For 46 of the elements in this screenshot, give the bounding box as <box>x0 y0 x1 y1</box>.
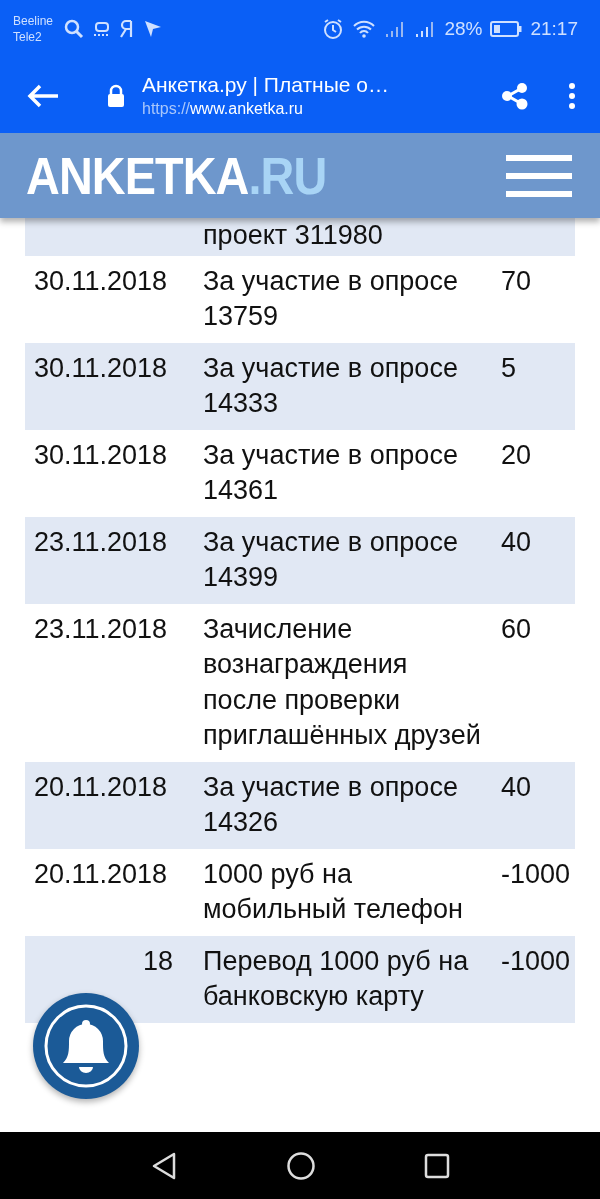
description-cell: За участие в опросе 14361 <box>203 439 458 505</box>
alarm-icon <box>322 18 345 40</box>
date-cell: 23.11.2018 <box>34 613 168 644</box>
description-cell: Перевод 1000 руб на банковскую карту <box>203 945 469 1011</box>
back-arrow-icon <box>26 82 60 109</box>
description-cell: проект 311980 <box>203 220 383 250</box>
search-icon <box>63 18 86 40</box>
date-cell: 30.11.2018 <box>34 439 168 470</box>
description-cell: За участие в опросе 13759 <box>203 265 458 331</box>
amount-cell: 20 <box>501 439 532 470</box>
notification-button[interactable] <box>33 993 139 1099</box>
date-cell: 18 <box>142 945 173 976</box>
date-cell: 20.11.2018 <box>34 858 168 889</box>
lock-icon <box>106 83 126 108</box>
battery-icon <box>490 20 523 38</box>
page-title: Анкетка.ру | Платные о… <box>142 73 390 97</box>
description-cell: За участие в опросе 14333 <box>203 352 458 418</box>
carrier-name: Tele2 <box>13 29 43 45</box>
carrier-name: Beeline <box>13 13 54 29</box>
amount-cell: -1000 <box>501 945 571 976</box>
wifi-icon <box>352 19 377 39</box>
amount-cell: -1000 <box>501 858 571 889</box>
date-cell: 30.11.2018 <box>34 352 168 383</box>
date-cell: 30.11.2018 <box>34 265 168 296</box>
amount-cell: 5 <box>501 352 517 383</box>
description-cell: 1000 руб на мобильный телефон <box>203 858 463 924</box>
date-cell: 23.11.2018 <box>34 526 168 557</box>
home-icon[interactable] <box>286 1150 316 1181</box>
amount-cell: 70 <box>501 265 532 296</box>
description-cell: За участие в опросе 14399 <box>203 526 458 592</box>
amount-cell: 60 <box>501 613 532 644</box>
amount-cell: 40 <box>501 771 532 802</box>
site-logo[interactable]: ANKETKA.RU <box>26 145 327 206</box>
recent-apps-icon[interactable] <box>424 1152 450 1179</box>
back-icon[interactable] <box>150 1150 178 1181</box>
share-icon <box>500 80 530 111</box>
menu-icon <box>506 154 572 197</box>
battery-percent: 28% <box>444 18 483 40</box>
menu-button[interactable] <box>506 154 572 197</box>
clock: 21:17 <box>530 18 578 40</box>
amount-cell: 40 <box>501 526 532 557</box>
more-icon <box>568 81 576 110</box>
description-cell: За участие в опросе 14326 <box>203 771 458 837</box>
date-cell: 20.11.2018 <box>34 771 168 802</box>
description-cell: Зачисление вознаграждения после проверки приглашённых друзей <box>203 613 481 750</box>
page-url: https://www.anketka.ru <box>142 100 303 118</box>
